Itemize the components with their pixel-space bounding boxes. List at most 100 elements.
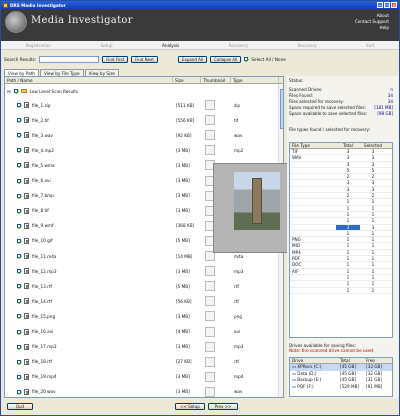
folder-icon bbox=[20, 89, 27, 93]
file-type-selected: 1 bbox=[371, 230, 375, 236]
status-panel: Status: Scanned Drives: n Files Found: 34 … bbox=[287, 76, 399, 398]
table-row[interactable]: file_17.mp3 [3 MB] mp3 bbox=[5, 339, 283, 355]
thumbnail-icon[interactable] bbox=[205, 296, 215, 307]
maximize-button[interactable]: □ bbox=[384, 2, 390, 8]
row-checkbox[interactable] bbox=[17, 344, 21, 349]
table-row[interactable]: file_16.avi [4 MB] avi bbox=[5, 324, 283, 340]
row-checkbox[interactable] bbox=[17, 389, 21, 394]
next-button[interactable]: Prev >> bbox=[208, 403, 238, 410]
table-row[interactable]: file_13.rtf [5 MB] rtf bbox=[5, 278, 283, 294]
header-size[interactable]: Size bbox=[173, 77, 201, 83]
find-first-button[interactable]: Find First bbox=[102, 55, 129, 63]
header-thumbnail[interactable]: Thumbnail bbox=[201, 77, 231, 83]
file-type-name bbox=[290, 281, 336, 286]
row-checkbox[interactable] bbox=[17, 208, 21, 213]
row-checkbox[interactable] bbox=[17, 118, 21, 123]
file-type-row[interactable]: 11 bbox=[290, 288, 392, 294]
tree-root-row[interactable]: ⊟ Low Level Scan Results bbox=[5, 87, 283, 95]
table-row[interactable]: file_19.mp4 [3 MB] mp4 bbox=[5, 369, 283, 385]
app-window: DRS Media Investigator – □ × Media Inves… bbox=[0, 0, 400, 416]
file-type-name: MID bbox=[292, 243, 301, 249]
search-input[interactable] bbox=[39, 55, 100, 63]
thumbnail-icon[interactable] bbox=[205, 266, 215, 277]
select-all-checkbox[interactable] bbox=[244, 57, 249, 61]
file-icon bbox=[24, 147, 29, 154]
table-row[interactable]: file_1.zip [511 KB] zip bbox=[5, 97, 283, 113]
tab-view-by-file-type[interactable]: View by File Type bbox=[39, 69, 84, 76]
row-checkbox[interactable] bbox=[17, 374, 21, 379]
file-type-total: 3 bbox=[346, 155, 350, 161]
tab-view-by-path[interactable]: View by Path bbox=[4, 69, 39, 76]
minimize-button[interactable]: – bbox=[377, 2, 383, 8]
thumbnail-icon[interactable] bbox=[205, 281, 215, 292]
table-row[interactable]: file_14.rtf [56 KB] rtf bbox=[5, 293, 283, 309]
table-row[interactable]: file_20.wav [3 MB] wav bbox=[5, 384, 283, 397]
file-size: [4 MB] bbox=[176, 329, 190, 334]
row-checkbox[interactable] bbox=[17, 103, 21, 107]
file-type-name bbox=[290, 168, 336, 173]
row-checkbox[interactable] bbox=[17, 163, 21, 168]
row-checkbox[interactable] bbox=[17, 148, 21, 153]
step-recovery-2: Recovery bbox=[297, 42, 317, 48]
scrollbar-thumb[interactable] bbox=[279, 89, 283, 129]
table-row[interactable]: file_2.tif [556 KB] tif bbox=[5, 112, 283, 128]
root-checkbox[interactable] bbox=[13, 89, 18, 93]
header-type[interactable]: Type bbox=[231, 77, 279, 83]
table-row[interactable]: file_4.mp2 [3 MB] mp2 bbox=[5, 142, 283, 158]
row-checkbox[interactable] bbox=[17, 223, 21, 228]
file-icon bbox=[24, 102, 29, 108]
row-checkbox[interactable] bbox=[17, 254, 21, 258]
row-checkbox[interactable] bbox=[17, 269, 21, 274]
file-type-total: 5 bbox=[346, 167, 350, 173]
thumbnail-icon[interactable] bbox=[205, 311, 215, 322]
file-type-selected: 3 bbox=[371, 186, 375, 192]
file-table-header: Path / Name Size Thumbnail Type bbox=[5, 77, 283, 84]
thumbnail-icon[interactable] bbox=[205, 356, 215, 367]
drive-row[interactable]: ▭ PQF (F:) [529 MB] [91 MB] bbox=[290, 384, 392, 391]
row-checkbox[interactable] bbox=[17, 329, 21, 334]
file-icon bbox=[24, 373, 29, 380]
row-checkbox[interactable] bbox=[17, 178, 21, 183]
tab-view-by-size[interactable]: View by Size bbox=[84, 69, 119, 76]
file-name: file_3.wav bbox=[32, 132, 53, 138]
file-name: file_9.wmf bbox=[32, 223, 54, 229]
table-row[interactable]: file_15.png [3 MB] png bbox=[5, 308, 283, 324]
row-checkbox[interactable] bbox=[17, 359, 21, 364]
thumbnail-icon[interactable] bbox=[205, 115, 215, 126]
table-row[interactable]: file_3.wav [92 KB] wav bbox=[5, 127, 283, 143]
file-type: mp4 bbox=[234, 374, 244, 380]
thumbnail-icon[interactable] bbox=[205, 341, 215, 352]
header-path-name[interactable]: Path / Name bbox=[5, 77, 173, 83]
table-row[interactable]: file_12.mp3 [3 MB] mp3 bbox=[5, 263, 283, 279]
row-checkbox[interactable] bbox=[17, 238, 21, 243]
thumbnail-icon[interactable] bbox=[205, 130, 215, 141]
close-button[interactable]: × bbox=[391, 2, 397, 8]
quit-button[interactable]: Quit bbox=[7, 403, 33, 410]
help-link[interactable]: Help bbox=[355, 25, 389, 31]
expand-all-button[interactable]: Expand All bbox=[177, 55, 208, 63]
thumbnail-icon[interactable] bbox=[205, 326, 215, 337]
row-checkbox[interactable] bbox=[17, 284, 21, 289]
thumbnail-icon[interactable] bbox=[205, 100, 215, 110]
find-next-button[interactable]: Find Next bbox=[131, 55, 158, 63]
file-type: mp2 bbox=[234, 147, 244, 153]
file-type-name bbox=[290, 180, 336, 185]
file-type-selected: 1 bbox=[371, 218, 375, 224]
row-checkbox[interactable] bbox=[17, 299, 21, 304]
file-type-selected: 1 bbox=[371, 274, 375, 280]
file-type-name bbox=[290, 193, 336, 198]
thumbnail-icon[interactable] bbox=[205, 371, 215, 382]
thumbnail-icon[interactable] bbox=[205, 145, 215, 156]
table-row[interactable]: file_18.rtf [27 KB] rtf bbox=[5, 354, 283, 370]
select-all-label: Select All / None bbox=[251, 56, 286, 62]
file-size: [3 MB] bbox=[176, 268, 190, 274]
row-checkbox[interactable] bbox=[17, 314, 21, 319]
collapse-icon[interactable]: ⊟ bbox=[7, 89, 11, 94]
file-name: file_7.bmp bbox=[32, 193, 54, 199]
row-checkbox[interactable] bbox=[17, 133, 21, 138]
step-registration: Registration bbox=[25, 42, 51, 48]
back-button[interactable]: << Setup bbox=[175, 403, 205, 410]
collapse-all-button[interactable]: Collapse All bbox=[210, 55, 242, 63]
thumbnail-icon[interactable] bbox=[205, 386, 215, 397]
row-checkbox[interactable] bbox=[17, 193, 21, 198]
